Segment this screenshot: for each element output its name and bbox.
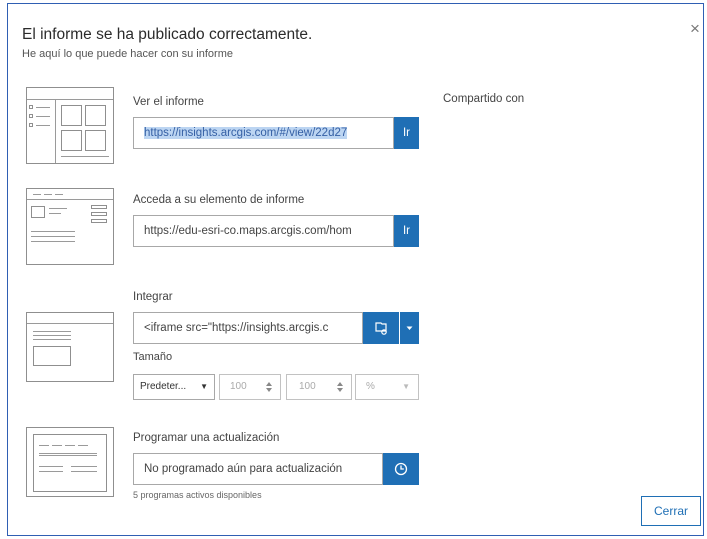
view-report-url-text: https://insights.arcgis.com/#/view/22d27 [144,127,348,139]
report-item-thumbnail [26,188,114,265]
view-report-thumbnail [26,87,114,164]
clock-icon [394,462,408,476]
embed-label: Integrar [133,291,173,303]
unit-value: % [366,381,375,392]
size-preset-select[interactable]: Predeter... ▼ [133,374,215,400]
stepper-icon [266,382,272,392]
view-report-label: Ver el informe [133,96,204,108]
stepper-icon [337,382,343,392]
schedule-button[interactable] [383,453,419,485]
shared-with-label: Compartido con [443,93,525,105]
embed-copy-button[interactable] [363,312,399,344]
dialog-subtitle: He aquí lo que puede hacer con su inform… [22,48,233,60]
report-item-label: Acceda a su elemento de informe [133,194,305,206]
schedule-thumbnail [26,427,114,497]
caret-down-icon: ▼ [200,382,208,391]
close-icon[interactable]: × [690,20,700,37]
report-item-url-field[interactable]: https://edu-esri-co.maps.arcgis.com/hom [133,215,394,247]
schedule-note: 5 programas activos disponibles [133,490,262,500]
height-input[interactable]: 100 [286,374,352,400]
close-button[interactable]: Cerrar [641,496,701,526]
caret-down-icon: ▼ [402,382,410,391]
caret-down-icon [406,326,413,330]
width-input[interactable]: 100 [219,374,281,400]
report-item-go-button[interactable]: Ir [394,215,419,247]
height-value: 100 [299,381,316,392]
size-preset-value: Predeter... [140,381,187,392]
embed-dropdown-button[interactable] [400,312,419,344]
view-report-go-button[interactable]: Ir [394,117,419,149]
schedule-label: Programar una actualización [133,432,280,444]
size-label: Tamaño [133,351,173,363]
embed-thumbnail [26,312,114,382]
view-report-url-field[interactable]: https://insights.arcgis.com/#/view/22d27 [133,117,394,149]
embed-code-field[interactable]: <iframe src="https://insights.arcgis.c [133,312,363,344]
width-value: 100 [230,381,247,392]
dialog-title: El informe se ha publicado correctamente… [22,26,313,43]
copy-icon [375,322,387,335]
unit-select[interactable]: % ▼ [355,374,419,400]
schedule-field[interactable]: No programado aún para actualización [133,453,383,485]
